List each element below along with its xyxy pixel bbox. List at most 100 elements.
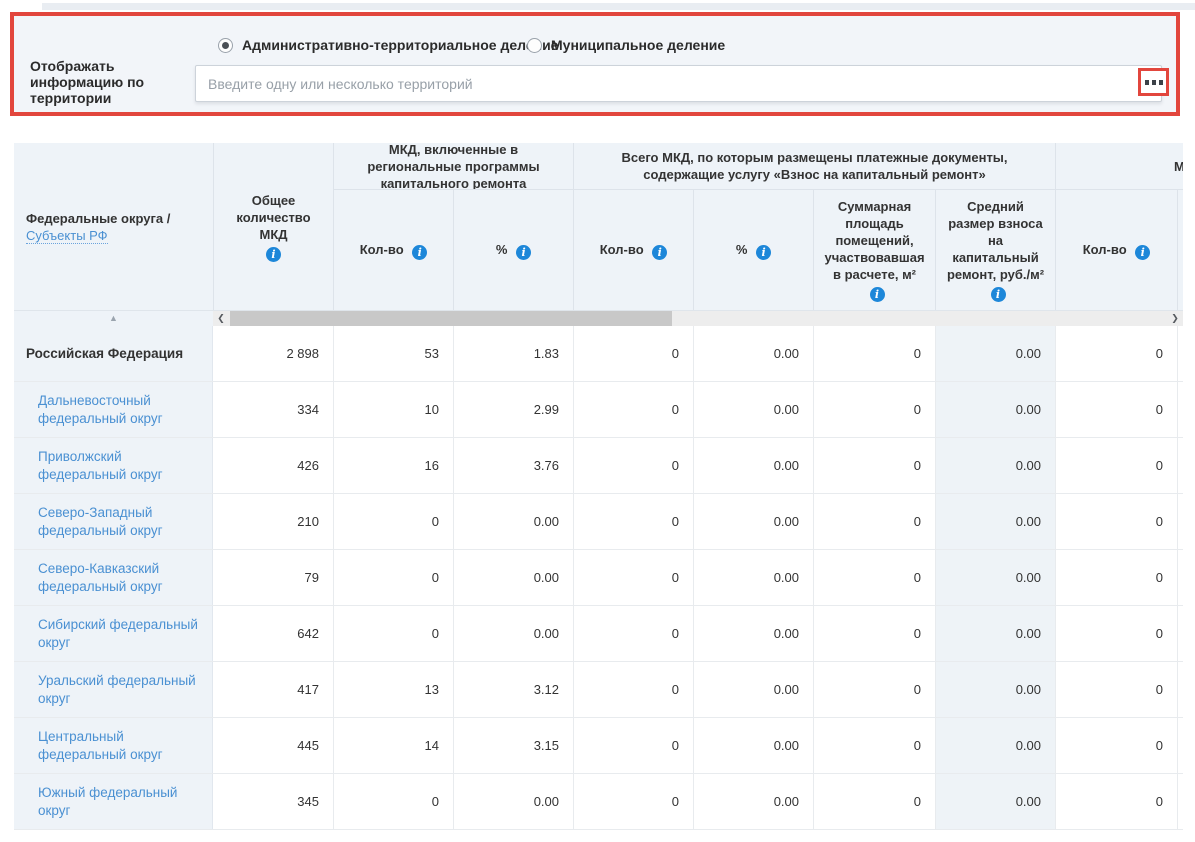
value-cell: 0.00 bbox=[693, 606, 813, 661]
info-icon[interactable]: i bbox=[991, 287, 1006, 302]
info-icon[interactable]: i bbox=[266, 247, 281, 262]
value-cell: 13 bbox=[333, 662, 453, 717]
value-cell: 0 bbox=[333, 606, 453, 661]
value-cell: 0.00 bbox=[935, 382, 1055, 437]
territory-link[interactable]: Южный федеральный округ bbox=[38, 784, 204, 820]
cutoff-cell bbox=[1177, 606, 1183, 661]
scroll-left-icon[interactable]: ❮ bbox=[213, 311, 229, 326]
info-icon[interactable]: i bbox=[516, 245, 531, 260]
value-cell: 0.00 bbox=[693, 326, 813, 381]
radio-selected-icon[interactable] bbox=[218, 38, 233, 53]
group-header-regional-programs: МКД, включенные в региональные программы… bbox=[333, 143, 573, 190]
value-cell: 0 bbox=[573, 718, 693, 773]
value-cell: 0 bbox=[1055, 606, 1177, 661]
territory-link[interactable]: Приволжский федеральный округ bbox=[38, 448, 204, 484]
value-cell: 445 bbox=[213, 718, 333, 773]
value-cell: 0 bbox=[813, 494, 935, 549]
info-icon[interactable]: i bbox=[652, 245, 667, 260]
table-row: Дальневосточный федеральный округ334102.… bbox=[14, 382, 1183, 438]
value-cell: 0 bbox=[333, 774, 453, 829]
value-cell: 1.83 bbox=[453, 326, 573, 381]
value-cell: 0.00 bbox=[935, 718, 1055, 773]
value-cell: 417 bbox=[213, 662, 333, 717]
group-header-payment-documents: Всего МКД, по которым размещены платежны… bbox=[573, 143, 1055, 190]
value-cell: 0 bbox=[1055, 494, 1177, 549]
value-cell: 0 bbox=[1055, 438, 1177, 493]
value-cell: 0 bbox=[813, 382, 935, 437]
subjects-rf-link[interactable]: Субъекты РФ bbox=[26, 228, 108, 244]
table-row: Центральный федеральный округ445143.1500… bbox=[14, 718, 1183, 774]
radio-administrative-division[interactable]: Административно-территориальное деление bbox=[218, 37, 558, 53]
column-header-territories: Федеральные округа / Субъекты РФ bbox=[14, 143, 213, 310]
sort-box: ▲ bbox=[14, 311, 213, 326]
radio-administrative-division-label: Административно-территориальное деление bbox=[242, 37, 558, 53]
territory-link[interactable]: Северо-Кавказский федеральный округ bbox=[38, 560, 204, 596]
value-cell: 79 bbox=[213, 550, 333, 605]
territory-picker-button[interactable] bbox=[1138, 68, 1169, 96]
territory-link[interactable]: Центральный федеральный округ bbox=[38, 728, 204, 764]
territory-name-cell: Северо-Кавказский федеральный округ bbox=[14, 550, 213, 605]
territory-name-cell: Российская Федерация bbox=[14, 326, 213, 381]
value-cell: 0.00 bbox=[935, 774, 1055, 829]
value-cell: 0.00 bbox=[935, 550, 1055, 605]
info-icon[interactable]: i bbox=[756, 245, 771, 260]
cutoff-cell bbox=[1177, 550, 1183, 605]
value-cell: 0.00 bbox=[693, 550, 813, 605]
ellipsis-icon bbox=[1159, 80, 1163, 85]
territory-link[interactable]: Сибирский федеральный округ bbox=[38, 616, 204, 652]
radio-municipal-division[interactable]: Муниципальное деление bbox=[527, 37, 725, 53]
value-cell: 0 bbox=[813, 774, 935, 829]
value-cell: 0.00 bbox=[693, 774, 813, 829]
scroll-right-icon[interactable]: ❯ bbox=[1167, 311, 1183, 326]
info-icon[interactable]: i bbox=[870, 287, 885, 302]
radio-unselected-icon[interactable] bbox=[527, 38, 542, 53]
value-cell: 0 bbox=[573, 606, 693, 661]
value-cell: 3.12 bbox=[453, 662, 573, 717]
sort-asc-icon[interactable]: ▲ bbox=[109, 314, 118, 323]
info-icon[interactable]: i bbox=[1135, 245, 1150, 260]
territory-name-cell: Центральный федеральный округ bbox=[14, 718, 213, 773]
value-cell: 0.00 bbox=[935, 662, 1055, 717]
radio-municipal-division-label: Муниципальное деление bbox=[551, 37, 725, 53]
table-row: Сибирский федеральный округ64200.0000.00… bbox=[14, 606, 1183, 662]
column-label: % i bbox=[496, 241, 531, 260]
value-cell: 334 bbox=[213, 382, 333, 437]
info-icon[interactable]: i bbox=[412, 245, 427, 260]
value-cell: 0 bbox=[1055, 718, 1177, 773]
value-cell: 0 bbox=[1055, 382, 1177, 437]
column-label: Кол-во i bbox=[360, 241, 428, 260]
column-header-payments-count: Кол-во i bbox=[573, 190, 693, 310]
territory-name-cell: Приволжский федеральный округ bbox=[14, 438, 213, 493]
value-cell: 0 bbox=[573, 550, 693, 605]
value-cell: 0 bbox=[813, 718, 935, 773]
value-cell: 0 bbox=[813, 550, 935, 605]
value-cell: 0 bbox=[1055, 662, 1177, 717]
federal-districts-label: Федеральные округа / bbox=[26, 211, 170, 226]
value-cell: 16 bbox=[333, 438, 453, 493]
territory-link[interactable]: Уральский федеральный округ bbox=[38, 672, 204, 708]
value-cell: 642 bbox=[213, 606, 333, 661]
page-top-strip bbox=[42, 3, 1195, 10]
horizontal-scrollbar[interactable]: ❮ ❯ bbox=[213, 311, 1183, 326]
cutoff-cell bbox=[1177, 718, 1183, 773]
territory-link[interactable]: Северо-Западный федеральный округ bbox=[38, 504, 204, 540]
value-cell: 0.00 bbox=[453, 550, 573, 605]
column-header-cutoff bbox=[1177, 190, 1183, 310]
column-header-next-count: Кол-во i bbox=[1055, 190, 1177, 310]
territory-input[interactable] bbox=[195, 65, 1162, 102]
column-label: Суммарная площадь помещений, участвовавш… bbox=[822, 198, 927, 302]
column-label: Кол-во i bbox=[1083, 241, 1151, 260]
table-row: Северо-Кавказский федеральный округ7900.… bbox=[14, 550, 1183, 606]
table-scroll-strip: ▲ ❮ ❯ bbox=[14, 311, 1183, 326]
scrollbar-thumb[interactable] bbox=[230, 311, 672, 326]
cutoff-cell bbox=[1177, 438, 1183, 493]
ellipsis-icon bbox=[1145, 80, 1149, 85]
territory-name-cell: Уральский федеральный округ bbox=[14, 662, 213, 717]
value-cell: 3.76 bbox=[453, 438, 573, 493]
federal-districts-table: Федеральные округа / Субъекты РФ Общее к… bbox=[14, 143, 1183, 830]
ellipsis-icon bbox=[1152, 80, 1156, 85]
column-header-avg-contribution: Средний размер взноса на капитальный рем… bbox=[935, 190, 1055, 310]
territory-link[interactable]: Дальневосточный федеральный округ bbox=[38, 392, 204, 428]
value-cell: 0.00 bbox=[693, 662, 813, 717]
value-cell: 3.15 bbox=[453, 718, 573, 773]
